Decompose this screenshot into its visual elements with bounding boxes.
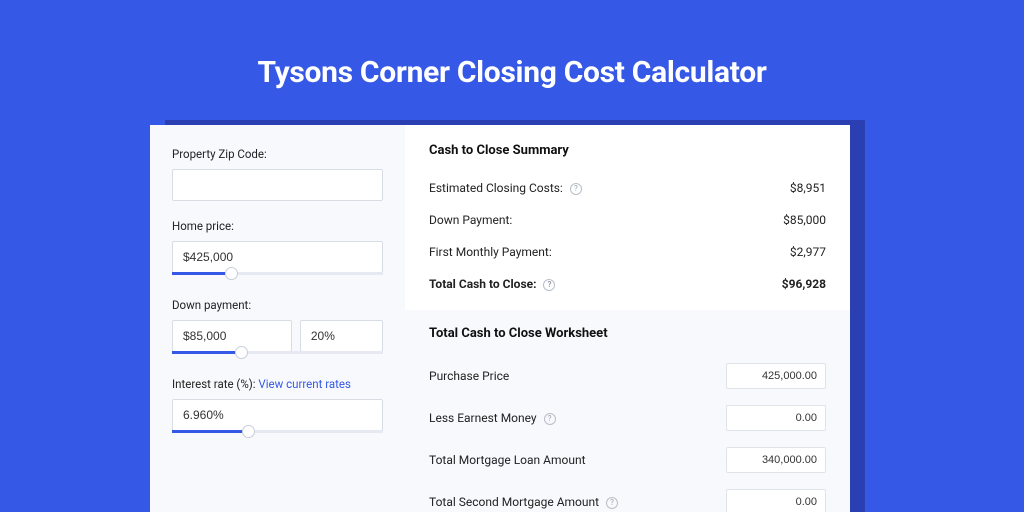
summary-row-closing-costs: Estimated Closing Costs: ? $8,951	[429, 172, 826, 204]
worksheet-label: Total Second Mortgage Amount	[429, 495, 599, 509]
help-icon[interactable]: ?	[543, 279, 555, 291]
down-payment-slider[interactable]	[172, 351, 383, 359]
interest-rate-input[interactable]	[172, 399, 383, 431]
down-payment-field: Down payment:	[172, 298, 383, 359]
down-payment-label: Down payment:	[172, 298, 383, 312]
worksheet-row-second-mortgage: Total Second Mortgage Amount ?	[429, 481, 826, 512]
summary-label: Down Payment:	[429, 213, 512, 227]
slider-track-fill	[172, 351, 235, 354]
summary-value: $2,977	[790, 245, 826, 259]
worksheet-label: Total Mortgage Loan Amount	[429, 453, 586, 467]
zip-input[interactable]	[172, 169, 383, 201]
home-price-field: Home price:	[172, 219, 383, 280]
slider-track-fill	[172, 430, 242, 433]
summary-row-first-monthly: First Monthly Payment: $2,977	[429, 236, 826, 268]
worksheet-row-earnest-money: Less Earnest Money ?	[429, 397, 826, 439]
view-rates-link[interactable]: View current rates	[258, 377, 351, 391]
worksheet-input-second-mortgage[interactable]	[726, 489, 826, 512]
worksheet-input-purchase-price[interactable]	[726, 363, 826, 389]
worksheet-row-purchase-price: Purchase Price	[429, 355, 826, 397]
inputs-panel: Property Zip Code: Home price: Down paym…	[150, 125, 405, 512]
summary-value: $85,000	[783, 213, 826, 227]
worksheet-input-earnest-money[interactable]	[726, 405, 826, 431]
calculator-card: Property Zip Code: Home price: Down paym…	[150, 125, 850, 512]
worksheet-label: Purchase Price	[429, 369, 509, 383]
zip-field: Property Zip Code:	[172, 147, 383, 201]
interest-rate-slider[interactable]	[172, 430, 383, 438]
down-payment-percent-input[interactable]	[300, 320, 383, 352]
help-icon[interactable]: ?	[570, 183, 582, 195]
help-icon[interactable]: ?	[606, 497, 618, 509]
worksheet-panel: Total Cash to Close Worksheet Purchase P…	[405, 310, 850, 512]
results-panel: Cash to Close Summary Estimated Closing …	[405, 125, 850, 512]
interest-rate-field: Interest rate (%): View current rates	[172, 377, 383, 438]
help-icon[interactable]: ?	[544, 413, 556, 425]
summary-total-value: $96,928	[782, 277, 826, 291]
summary-label: First Monthly Payment:	[429, 245, 552, 259]
worksheet-row-mortgage-amount: Total Mortgage Loan Amount	[429, 439, 826, 481]
worksheet-input-mortgage-amount[interactable]	[726, 447, 826, 473]
summary-row-total: Total Cash to Close: ? $96,928	[429, 268, 826, 300]
summary-value: $8,951	[790, 181, 826, 195]
summary-label: Estimated Closing Costs:	[429, 181, 563, 195]
interest-rate-label-text: Interest rate (%):	[172, 377, 258, 391]
interest-rate-label: Interest rate (%): View current rates	[172, 377, 383, 391]
worksheet-label: Less Earnest Money	[429, 411, 537, 425]
slider-thumb[interactable]	[225, 267, 238, 280]
summary-row-down-payment: Down Payment: $85,000	[429, 204, 826, 236]
slider-track-fill	[172, 272, 225, 275]
zip-label: Property Zip Code:	[172, 147, 383, 161]
home-price-input[interactable]	[172, 241, 383, 273]
down-payment-input[interactable]	[172, 320, 292, 352]
worksheet-title: Total Cash to Close Worksheet	[429, 326, 826, 341]
home-price-slider[interactable]	[172, 272, 383, 280]
slider-thumb[interactable]	[242, 425, 255, 438]
page-title: Tysons Corner Closing Cost Calculator	[0, 0, 1024, 90]
slider-thumb[interactable]	[235, 346, 248, 359]
home-price-label: Home price:	[172, 219, 383, 233]
summary-title: Cash to Close Summary	[429, 143, 826, 158]
summary-total-label: Total Cash to Close:	[429, 277, 536, 291]
